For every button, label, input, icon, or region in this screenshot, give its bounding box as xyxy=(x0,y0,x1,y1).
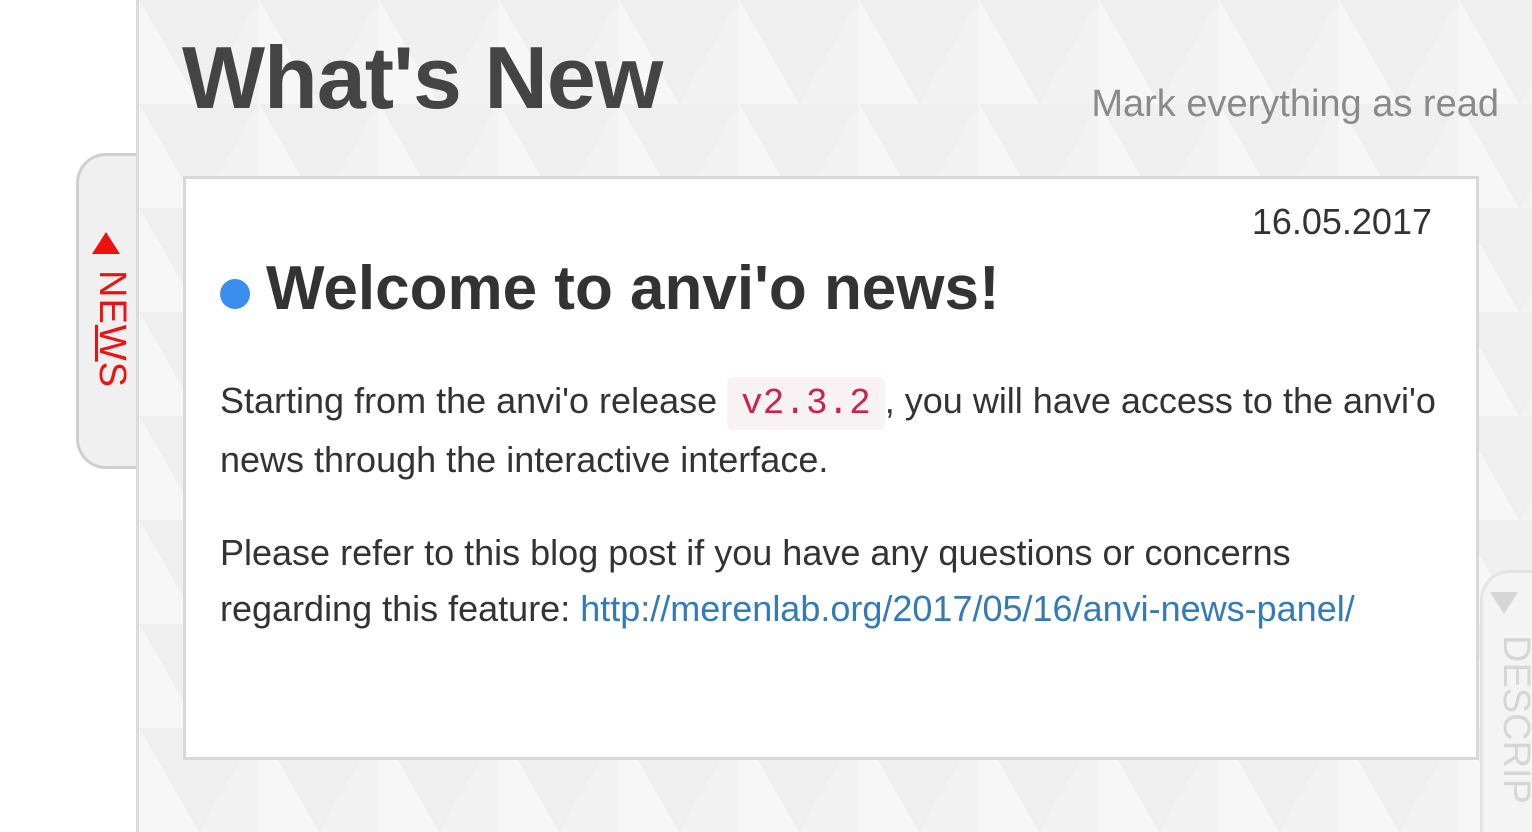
news-title: Welcome to anvi'o news! xyxy=(266,254,1000,323)
description-tab-label: DESCRIP xyxy=(1495,635,1532,804)
news-tab[interactable]: NEWS xyxy=(76,153,136,469)
news-paragraph-2: Please refer to this blog post if you ha… xyxy=(220,525,1450,637)
news-tab-label: NEWS xyxy=(91,270,133,389)
news-paragraph-1: Starting from the anvi'o release v2.3.2,… xyxy=(220,373,1450,488)
app-stage: NEWS What's New Mark everything as read … xyxy=(0,0,1532,832)
news-date: 16.05.2017 xyxy=(1251,201,1432,242)
news-panel: What's New Mark everything as read 16.05… xyxy=(136,0,1532,832)
paragraph-1-text-start: Starting from the anvi'o release xyxy=(220,380,728,421)
triangle-up-icon xyxy=(92,232,120,254)
news-headline: Welcome to anvi'o news! xyxy=(220,249,1000,329)
mark-all-read-link[interactable]: Mark everything as read xyxy=(1091,82,1499,126)
description-tab[interactable]: DESCRIP xyxy=(1480,570,1532,832)
version-code: v2.3.2 xyxy=(727,377,885,430)
triangle-left-icon xyxy=(1490,592,1518,614)
unread-dot-icon xyxy=(220,279,250,309)
news-item-card: 16.05.2017 Welcome to anvi'o news! Start… xyxy=(183,176,1479,760)
blog-post-link[interactable]: http://merenlab.org/2017/05/16/anvi-news… xyxy=(580,588,1355,629)
page-title: What's New xyxy=(182,28,663,127)
